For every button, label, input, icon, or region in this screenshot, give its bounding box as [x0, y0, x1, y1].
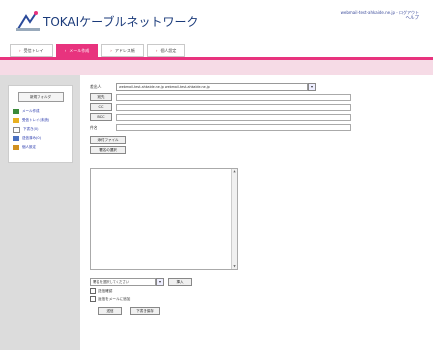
signature-select[interactable]: 署名を選択してください [90, 278, 156, 286]
tab-address-book[interactable]: › アドレス帳 [101, 44, 144, 57]
main-tabs: › 受信トレイ › メール作成 › アドレス帳 › 個人設定 [10, 44, 188, 57]
subject-label: 件名 [90, 125, 98, 130]
cc-field[interactable] [116, 104, 351, 111]
account-logout-link[interactable]: webmail-test-ahkaide.ne.jp - ログアウト [341, 10, 419, 15]
sent-icon [13, 136, 19, 141]
sidebar-item-compose[interactable]: メール作成 [9, 107, 72, 116]
sidebar-item-sent[interactable]: 送信済み(0) [9, 134, 72, 143]
checkbox[interactable] [90, 296, 96, 302]
new-folder-button[interactable]: 新規フォルダ [17, 92, 64, 102]
scroll-up-icon[interactable]: ▲ [232, 169, 237, 174]
sidebar: 新規フォルダ メール作成 受信トレイ(未読) 下書き(0) 送信済み(0) 個人… [0, 75, 80, 350]
sidebar-item-inbox[interactable]: 受信トレイ(未読) [9, 116, 72, 125]
tab-settings-label: 個人設定 [160, 48, 177, 53]
sub-header-band [0, 60, 433, 75]
send-button[interactable]: 送信 [98, 307, 122, 315]
brand-logo-icon [16, 11, 40, 31]
confirm-option[interactable]: 送信確認 [90, 288, 112, 294]
wrench-icon [13, 145, 19, 150]
scrollbar[interactable]: ▲ ▼ [231, 169, 237, 269]
folder-icon [13, 126, 20, 133]
tab-address-book-label: アドレス帳 [114, 48, 135, 53]
sidebar-item-drafts[interactable]: 下書き(0) [9, 125, 72, 134]
bcc-field[interactable] [116, 114, 351, 121]
signature-button[interactable]: 署名の選択 [90, 146, 126, 154]
chevron-down-icon[interactable]: ▾ [308, 83, 316, 91]
from-select[interactable]: webmail-test-ahkaide.ne.jp webmail-test-… [116, 83, 308, 91]
chevron-down-icon[interactable]: ▾ [156, 278, 164, 286]
bcc-button[interactable]: BCC [90, 113, 112, 121]
sidebar-item-label: 送信済み(0) [22, 136, 41, 140]
attach-button[interactable]: 添付ファイル [90, 136, 126, 144]
tab-inbox[interactable]: › 受信トレイ [10, 44, 53, 57]
sidebar-item-label: 受信トレイ(未読) [22, 118, 50, 122]
sidebar-item-settings[interactable]: 個人設定 [9, 143, 72, 152]
cc-button[interactable]: CC [90, 103, 112, 111]
reply-option[interactable]: 返信をメールに追加 [90, 296, 130, 302]
tab-settings[interactable]: › 個人設定 [146, 44, 186, 57]
to-field[interactable] [116, 94, 351, 101]
from-label: 差出人 [90, 84, 102, 89]
tab-compose-label: メール作成 [69, 48, 90, 53]
brand-name: TOKAIケーブルネットワーク [43, 15, 199, 29]
folder-icon [13, 118, 19, 123]
insert-button[interactable]: 挿入 [168, 278, 192, 286]
reply-option-label: 返信をメールに追加 [98, 296, 131, 301]
header: TOKAIケーブルネットワーク webmail-test-ahkaide.ne.… [0, 0, 433, 42]
message-body[interactable]: ▲ ▼ [90, 168, 238, 270]
confirm-option-label: 送信確認 [98, 288, 113, 293]
to-button[interactable]: 宛先 [90, 93, 112, 101]
scroll-down-icon[interactable]: ▼ [232, 264, 237, 269]
sidebar-item-label: 個人設定 [22, 145, 36, 149]
save-draft-button[interactable]: 下書き保存 [130, 307, 160, 315]
help-link[interactable]: ヘルプ [341, 16, 420, 22]
folder-menu: 新規フォルダ メール作成 受信トレイ(未読) 下書き(0) 送信済み(0) 個人… [8, 85, 73, 163]
compose-icon [13, 109, 19, 114]
sidebar-item-label: メール作成 [22, 109, 40, 113]
tab-compose[interactable]: › メール作成 [55, 44, 99, 57]
checkbox[interactable] [90, 288, 96, 294]
compose-form: 差出人 webmail-test-ahkaide.ne.jp webmail-t… [80, 75, 433, 350]
account-info: webmail-test-ahkaide.ne.jp - ログアウト ヘルプ [341, 10, 419, 22]
tab-inbox-label: 受信トレイ [23, 48, 44, 53]
subject-field[interactable] [116, 124, 351, 131]
sidebar-item-label: 下書き(0) [23, 127, 39, 131]
